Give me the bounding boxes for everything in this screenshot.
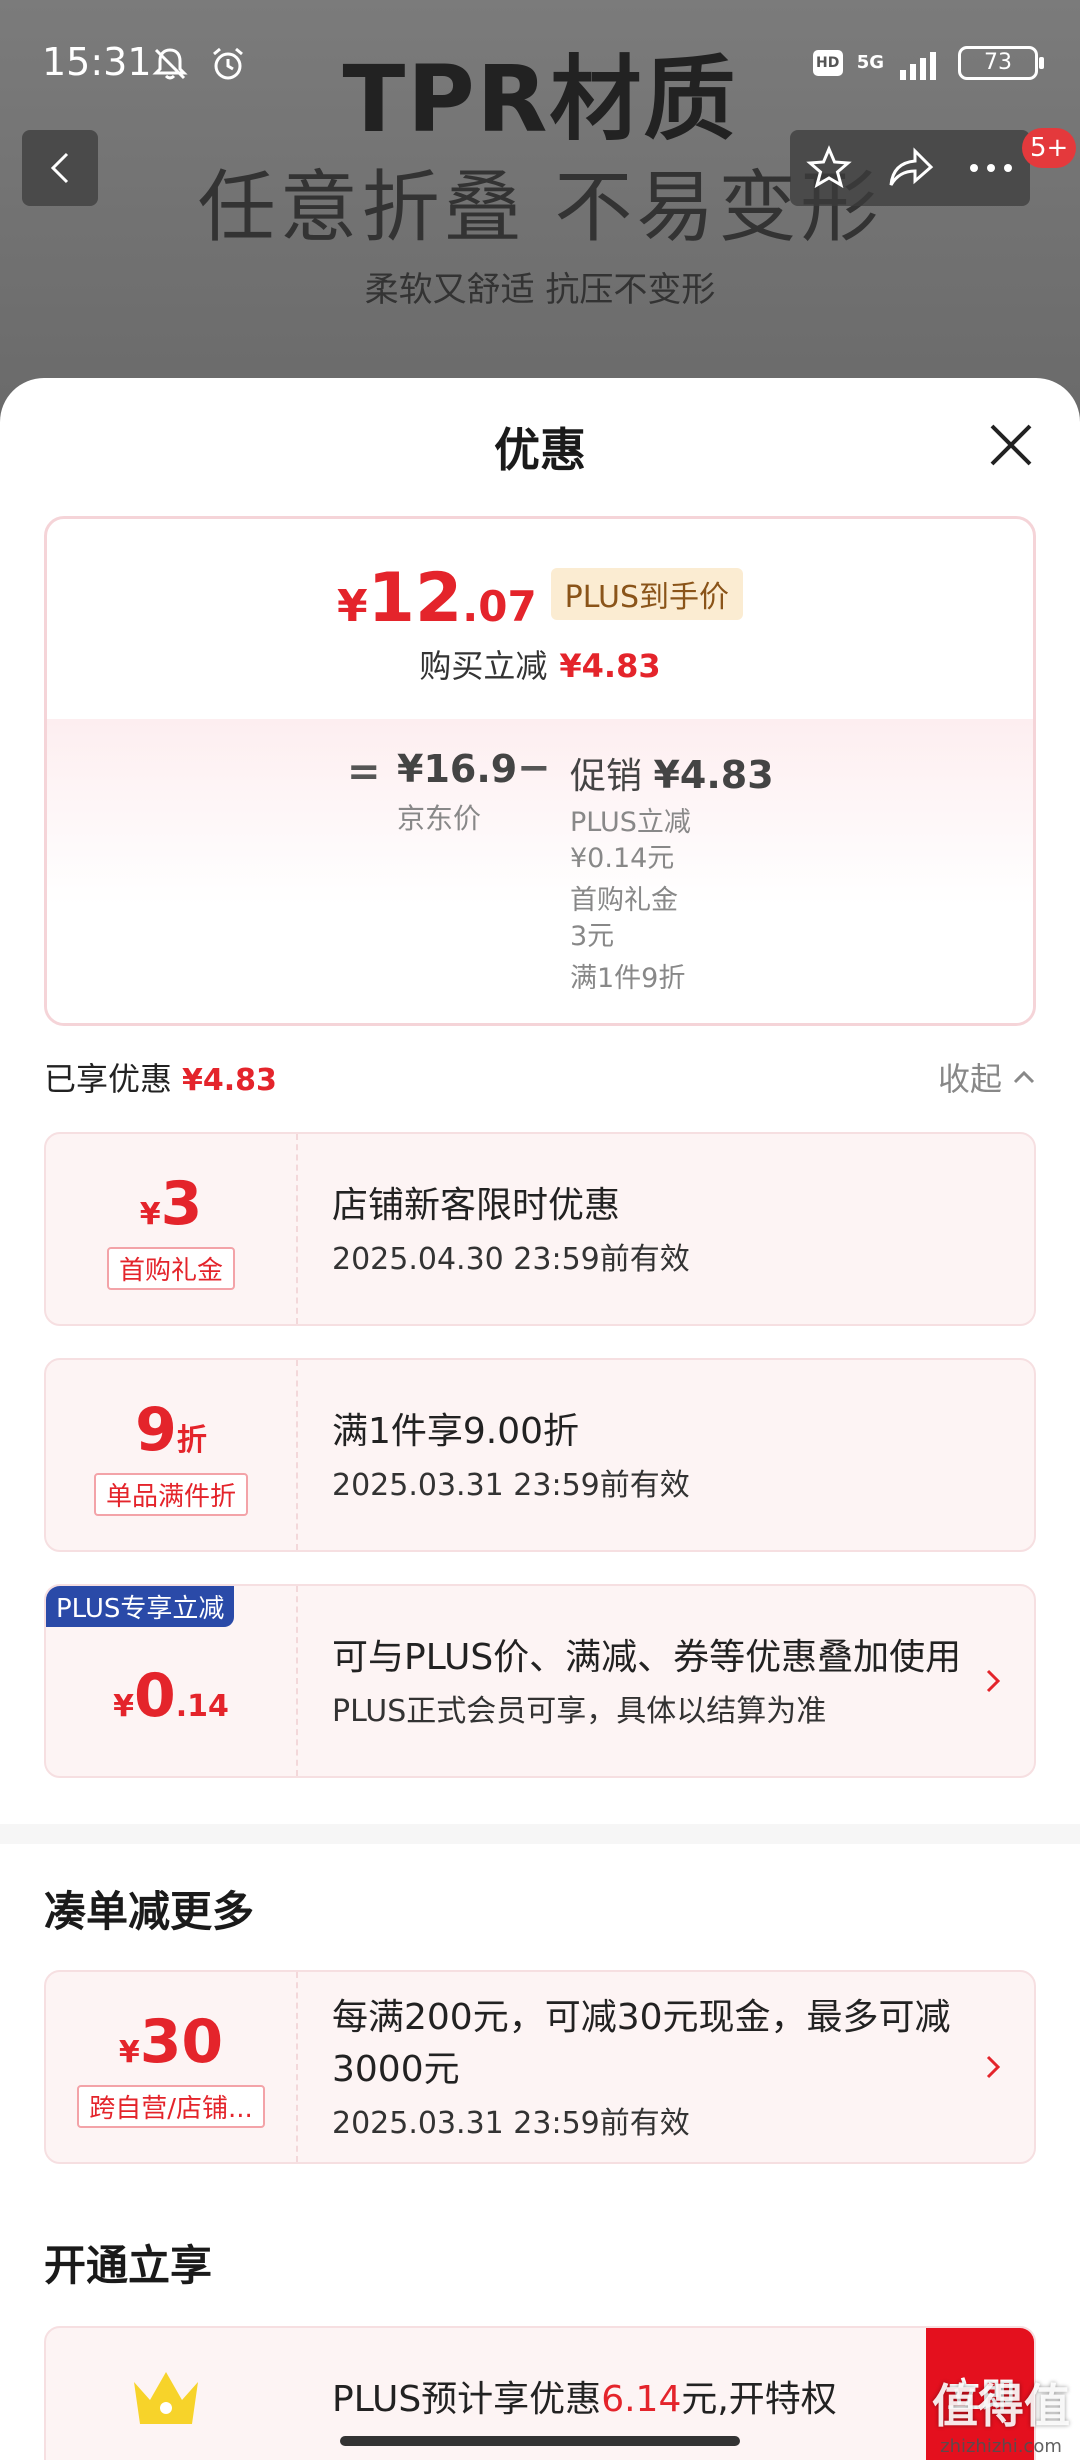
crown-icon [134, 2372, 198, 2424]
alarm-icon [213, 47, 243, 80]
sheet-title: 优惠 [494, 423, 586, 477]
coupon-title: 可与PLUS价、满减、券等优惠叠加使用 [332, 1637, 962, 1678]
mute-bell-icon [152, 48, 188, 80]
signal-icon [900, 52, 936, 80]
plus-price-tag: PLUS到手价 [550, 568, 743, 620]
coupon-amount: 9折 [135, 1394, 207, 1465]
price-summary-card: ¥ 12 .07 PLUS到手价 购买立减 ¥4.83 = ¥16.9 京东价 −… [44, 516, 1036, 1026]
status-time: 15:31 [42, 40, 152, 84]
coupon-type-badge: 单品满件折 [93, 1472, 248, 1516]
promo-plus-label: PLUS立减 [570, 807, 691, 838]
chevron-right-icon [986, 2055, 1001, 2079]
hd-badge: HD [812, 50, 843, 76]
coupon-card-first-purchase[interactable]: ¥3 首购礼金 店铺新客限时优惠 2025.04.30 23:59前有效 [44, 1132, 1036, 1326]
coupon-note: PLUS正式会员可享，具体以结算为准 [332, 1694, 827, 1729]
promo-label: 促销 [570, 756, 643, 797]
open-plus-title: 开通立享 [44, 2241, 213, 2290]
coupon-expiry: 2025.04.30 23:59前有效 [332, 1242, 690, 1277]
promo-block: 促销 ¥4.83 PLUS立减 ¥0.14元 首购礼金 3元 满1件9折 [570, 747, 774, 997]
close-icon[interactable] [986, 420, 1036, 470]
collapse-button[interactable]: 收起 [938, 1054, 1036, 1100]
chevron-right-icon [986, 1669, 1001, 1693]
promo-gift-label: 首购礼金 [570, 885, 678, 916]
jd-price-label: 京东价 [397, 802, 482, 835]
coupon-amount: ¥3 [139, 1168, 203, 1239]
promo-gift-value: 3元 [570, 921, 615, 952]
network-label: 5G [856, 52, 884, 73]
coupon-title: 店铺新客限时优惠 [332, 1185, 621, 1226]
coupon-card-plus[interactable]: PLUS专享立减 ¥0.14 可与PLUS价、满减、券等优惠叠加使用 PLUS正… [44, 1584, 1036, 1778]
promo-plus-value: ¥0.14元 [570, 843, 675, 874]
coupon-type-badge: 跨自营/店铺... [77, 2084, 265, 2128]
battery-indicator: 73 [958, 46, 1044, 80]
equals-sign: = [347, 749, 381, 795]
message-badge: 5+ [1022, 128, 1077, 168]
back-button[interactable] [22, 130, 98, 206]
minus-sign: − [517, 745, 551, 791]
coupon-amount: ¥30 [118, 2006, 224, 2077]
instant-savings: 购买立减 ¥4.83 [419, 647, 661, 685]
top-actions [790, 130, 1030, 206]
discount-sheet: 优惠 ¥ 12 .07 PLUS到手价 购买立减 ¥4.83 = ¥16.9 京东… [0, 378, 1080, 2460]
watermark-logo: 值得值 zhizhizhi.com [932, 2379, 1070, 2457]
share-icon[interactable] [885, 145, 935, 191]
coupon-expiry: 2025.03.31 23:59前有效 [332, 1468, 690, 1503]
status-bar: 15:31 HD 5G 73 [0, 0, 1080, 130]
favorite-star-icon[interactable] [806, 145, 853, 191]
coupon-amount: ¥0.14 [113, 1661, 229, 1731]
coupon-expiry: 2025.03.31 23:59前有效 [332, 2106, 690, 2141]
coupon-type-badge: 首购礼金 [106, 1246, 235, 1290]
chevron-left-icon [50, 152, 69, 184]
enjoyed-discount: 已享优惠 ¥4.83 [44, 1060, 277, 1098]
jd-price: ¥16.9 [397, 747, 518, 791]
more-icon[interactable] [968, 162, 1014, 174]
jd-price-block: ¥16.9 京东价 [397, 747, 517, 837]
promo-discount-label: 满1件9折 [570, 963, 686, 994]
promo-value: ¥4.83 [653, 753, 774, 797]
more-discount-title: 凑单减更多 [44, 1887, 255, 1936]
coupon-card-item-discount[interactable]: 9折 单品满件折 满1件享9.00折 2025.03.31 23:59前有效 [44, 1358, 1036, 1552]
coupon-card-cross-store[interactable]: ¥30 跨自营/店铺... 每满200元，可减30元现金，最多可减3000元 2… [44, 1970, 1036, 2164]
section-divider [0, 1824, 1080, 1844]
plus-savings-text: PLUS预计享优惠6.14元,开特权 [332, 2379, 837, 2420]
final-price: ¥ 12 .07 PLUS到手价 [47, 559, 1033, 638]
product-banner-tagline: 柔软又舒适 抗压不变形 [364, 270, 716, 310]
coupon-title: 每满200元，可减30元现金，最多可减3000元 [332, 1997, 951, 2090]
home-indicator[interactable] [340, 2436, 740, 2446]
coupon-title: 满1件享9.00折 [332, 1411, 580, 1452]
chevron-up-icon [1013, 1070, 1035, 1084]
